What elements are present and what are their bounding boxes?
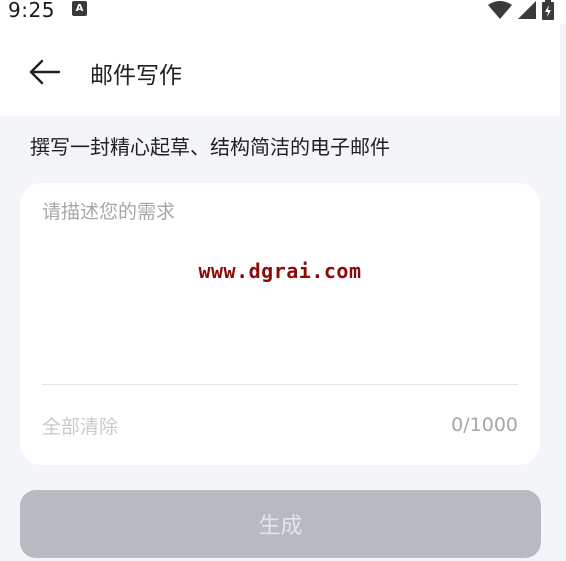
battery-icon [542,0,554,20]
status-time: 9:25 [8,0,55,22]
app-header: 邮件写作 [0,24,560,116]
composer-card: www.dgrai.com 全部清除 0/1000 [20,183,540,465]
watermark-text: www.dgrai.com [198,259,362,283]
divider [42,384,518,385]
back-button[interactable] [26,54,62,90]
status-bar: 9:25 A [0,0,566,24]
notification-a-icon: A [72,1,87,16]
page-title: 邮件写作 [90,63,182,89]
status-icons [488,0,554,20]
arrow-left-icon [29,59,61,85]
clear-all-button[interactable]: 全部清除 [42,412,118,439]
generate-button[interactable]: 生成 [20,490,541,558]
wifi-icon [488,1,512,19]
page-description: 撰写一封精心起草、结构简洁的电子邮件 [30,135,390,159]
cellular-signal-icon [518,1,536,19]
character-counter: 0/1000 [451,414,518,436]
